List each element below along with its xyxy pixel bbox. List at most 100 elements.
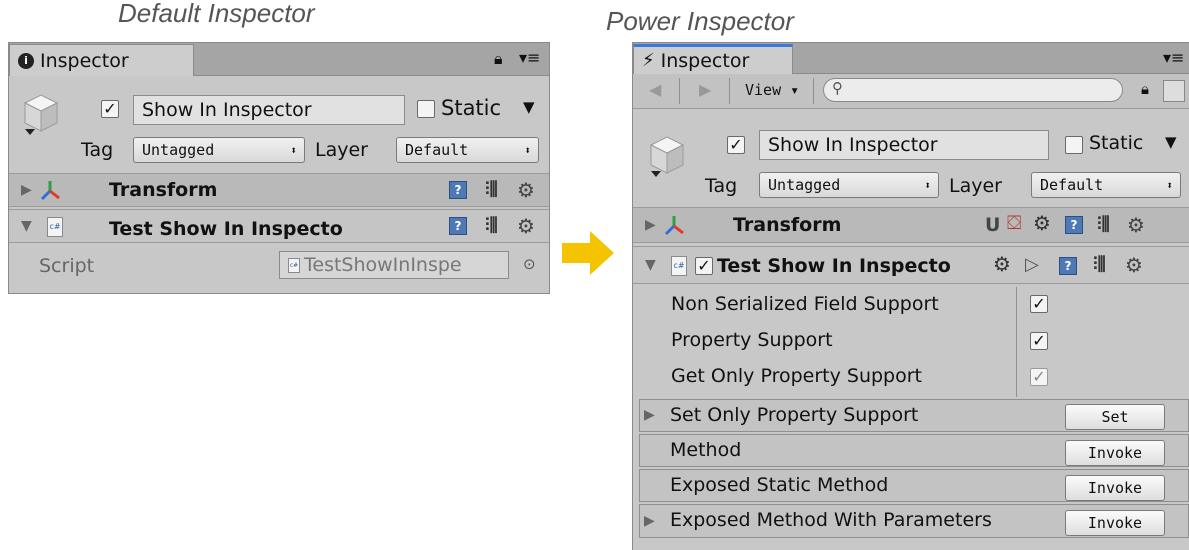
default-inspector-panel: i Inspector 🔒︎ ▾≡ ✓ Show In Inspector St… (8, 42, 550, 294)
view-menu-label: View (745, 81, 782, 99)
default-active-checkbox[interactable]: ✓ (101, 100, 119, 118)
back-arrow-icon[interactable]: ◀ (649, 80, 661, 99)
invoke-button-label: Invoke (1087, 444, 1143, 462)
power-static-label: Static (1089, 132, 1144, 154)
snap-cube-icon[interactable]: ⛋ (1007, 212, 1021, 234)
power-static-checkbox[interactable] (1065, 136, 1083, 154)
power-layer-value: Default (1040, 176, 1104, 194)
gear-icon[interactable]: ⚙ (517, 178, 535, 202)
default-tag-label: Tag (81, 139, 114, 161)
power-tag-label: Tag (705, 175, 738, 197)
presets-icon[interactable]: ⫶⫼ (1093, 254, 1106, 275)
power-transform-header[interactable]: ▶ Transform U ⛋ ⚙ ? ⫶⫼ ⚙ (633, 207, 1189, 243)
transform-axes-icon (663, 214, 685, 240)
gear-arrow-icon[interactable]: ⚙ (1033, 211, 1051, 235)
method-row-with-parameters[interactable]: ▶ Exposed Method With Parameters Invoke (639, 504, 1189, 538)
presets-icon[interactable]: ⫶⫼ (485, 179, 498, 200)
power-title-bar: ⚡︎ Inspector ▾≡ (633, 43, 1189, 74)
default-layer-dropdown[interactable]: Default ⬍ (396, 137, 539, 163)
default-layer-value: Default (405, 141, 469, 159)
method-row-method[interactable]: Method Invoke (639, 434, 1189, 467)
gear-arrow-icon[interactable]: ⚙ (993, 252, 1011, 276)
foldout-right-icon[interactable]: ▶ (644, 407, 655, 423)
power-tag-dropdown[interactable]: Untagged ⬍ (759, 172, 939, 198)
foldout-right-icon[interactable]: ▶ (645, 217, 656, 233)
default-tag-dropdown[interactable]: Untagged ⬍ (133, 137, 305, 163)
power-tag-value: Untagged (768, 176, 841, 194)
set-button-label: Set (1101, 408, 1129, 426)
lock-icon[interactable]: 🔒︎ (494, 49, 503, 69)
default-title-bar: i Inspector 🔒︎ ▾≡ (9, 43, 549, 76)
gear-icon[interactable]: ⚙ (1127, 213, 1145, 237)
foldout-right-icon[interactable]: ▶ (21, 182, 32, 198)
power-active-checkbox[interactable]: ✓ (727, 136, 745, 154)
default-layer-label: Layer (315, 139, 368, 161)
field-label: Non Serialized Field Support (671, 293, 939, 315)
default-static-dropdown-arrow[interactable]: ▼ (523, 98, 535, 116)
method-row-set-only[interactable]: ▶ Set Only Property Support Set (639, 399, 1189, 432)
method-row-label: Exposed Method With Parameters (670, 509, 992, 531)
csharp-file-icon: c# (671, 256, 687, 276)
help-icon[interactable]: ? (449, 181, 467, 199)
foldout-down-icon[interactable]: ▼ (21, 218, 32, 234)
default-script-value: TestShowInInspe (304, 254, 462, 276)
gear-icon[interactable]: ⚙ (1125, 253, 1143, 277)
object-picker-icon[interactable]: ⊙ (523, 255, 536, 273)
power-static-dropdown-arrow[interactable]: ▼ (1165, 133, 1177, 151)
default-name-value: Show In Inspector (142, 99, 312, 121)
power-inspector-caption: Power Inspector (606, 6, 794, 36)
set-button[interactable]: Set (1065, 404, 1165, 430)
view-menu-button[interactable]: View ▾ (745, 81, 799, 99)
power-tab-title: Inspector (660, 49, 750, 72)
power-transform-title: Transform (733, 214, 842, 236)
help-icon[interactable]: ? (1065, 216, 1083, 234)
invoke-button[interactable]: Invoke (1065, 440, 1165, 466)
menu-icon[interactable]: ▾≡ (519, 48, 540, 67)
foldout-right-icon[interactable]: ▶ (644, 513, 655, 529)
help-icon[interactable]: ? (449, 217, 467, 235)
default-transform-header[interactable]: ▶ Transform ? ⫶⫼ ⚙ (9, 173, 549, 207)
default-name-field[interactable]: Show In Inspector (133, 95, 405, 125)
help-icon[interactable]: ? (1059, 257, 1077, 275)
gear-icon[interactable]: ⚙ (517, 214, 535, 238)
power-component-enabled-checkbox[interactable]: ✓ (695, 257, 713, 275)
forward-arrow-icon[interactable]: ▶ (699, 80, 711, 99)
info-icon: i (18, 52, 34, 69)
invoke-button[interactable]: Invoke (1065, 510, 1165, 536)
csharp-file-icon: c# (47, 217, 63, 237)
u-icon[interactable]: U (985, 214, 1000, 236)
power-name-field[interactable]: Show In Inspector (759, 130, 1049, 160)
default-static-checkbox[interactable] (417, 100, 435, 118)
power-inspector-tab[interactable]: ⚡︎ Inspector (633, 44, 793, 74)
invoke-button-label: Invoke (1087, 479, 1143, 497)
default-script-field[interactable]: c# TestShowInInspe (279, 251, 509, 279)
method-row-static[interactable]: Exposed Static Method Invoke (639, 469, 1189, 502)
layout-icon[interactable] (1163, 80, 1185, 102)
default-test-component-title: Test Show In Inspecto (109, 218, 343, 240)
foldout-down-icon[interactable]: ▼ (645, 257, 656, 273)
default-test-component-header[interactable]: ▼ c# Test Show In Inspecto ? ⫶⫼ ⚙ (9, 209, 549, 243)
power-layer-label: Layer (949, 175, 1002, 197)
method-row-label: Method (670, 439, 742, 461)
power-test-component-header[interactable]: ▼ c# ✓ Test Show In Inspecto ⚙ ▷ ? ⫶⫼ ⚙ (633, 246, 1189, 284)
presets-icon[interactable]: ⫶⫼ (485, 215, 498, 236)
transform-axes-icon (39, 179, 61, 205)
power-name-value: Show In Inspector (768, 134, 938, 156)
default-transform-title: Transform (109, 179, 218, 201)
play-icon[interactable]: ▷ (1025, 254, 1039, 275)
default-inspector-tab[interactable]: i Inspector (9, 44, 194, 76)
lock-icon[interactable]: 🔒︎ (1141, 80, 1149, 98)
power-inspector-panel: ⚡︎ Inspector ▾≡ ◀ ▶ View ▾ ⚲ 🔒︎ ✓ Show I… (632, 42, 1189, 550)
power-layer-dropdown[interactable]: Default ⬍ (1031, 172, 1181, 198)
invoke-button[interactable]: Invoke (1065, 475, 1165, 501)
field-label: Property Support (671, 329, 833, 351)
default-tab-title: Inspector (40, 49, 129, 72)
method-row-label: Set Only Property Support (670, 404, 919, 426)
property-support-checkbox[interactable]: ✓ (1030, 332, 1048, 350)
menu-icon[interactable]: ▾≡ (1163, 48, 1184, 67)
search-input[interactable]: ⚲ (823, 78, 1123, 102)
presets-icon[interactable]: ⫶⫼ (1097, 214, 1110, 235)
method-row-label: Exposed Static Method (670, 474, 889, 496)
field-label: Get Only Property Support (671, 365, 923, 387)
non-serialized-field-checkbox[interactable]: ✓ (1030, 295, 1048, 313)
